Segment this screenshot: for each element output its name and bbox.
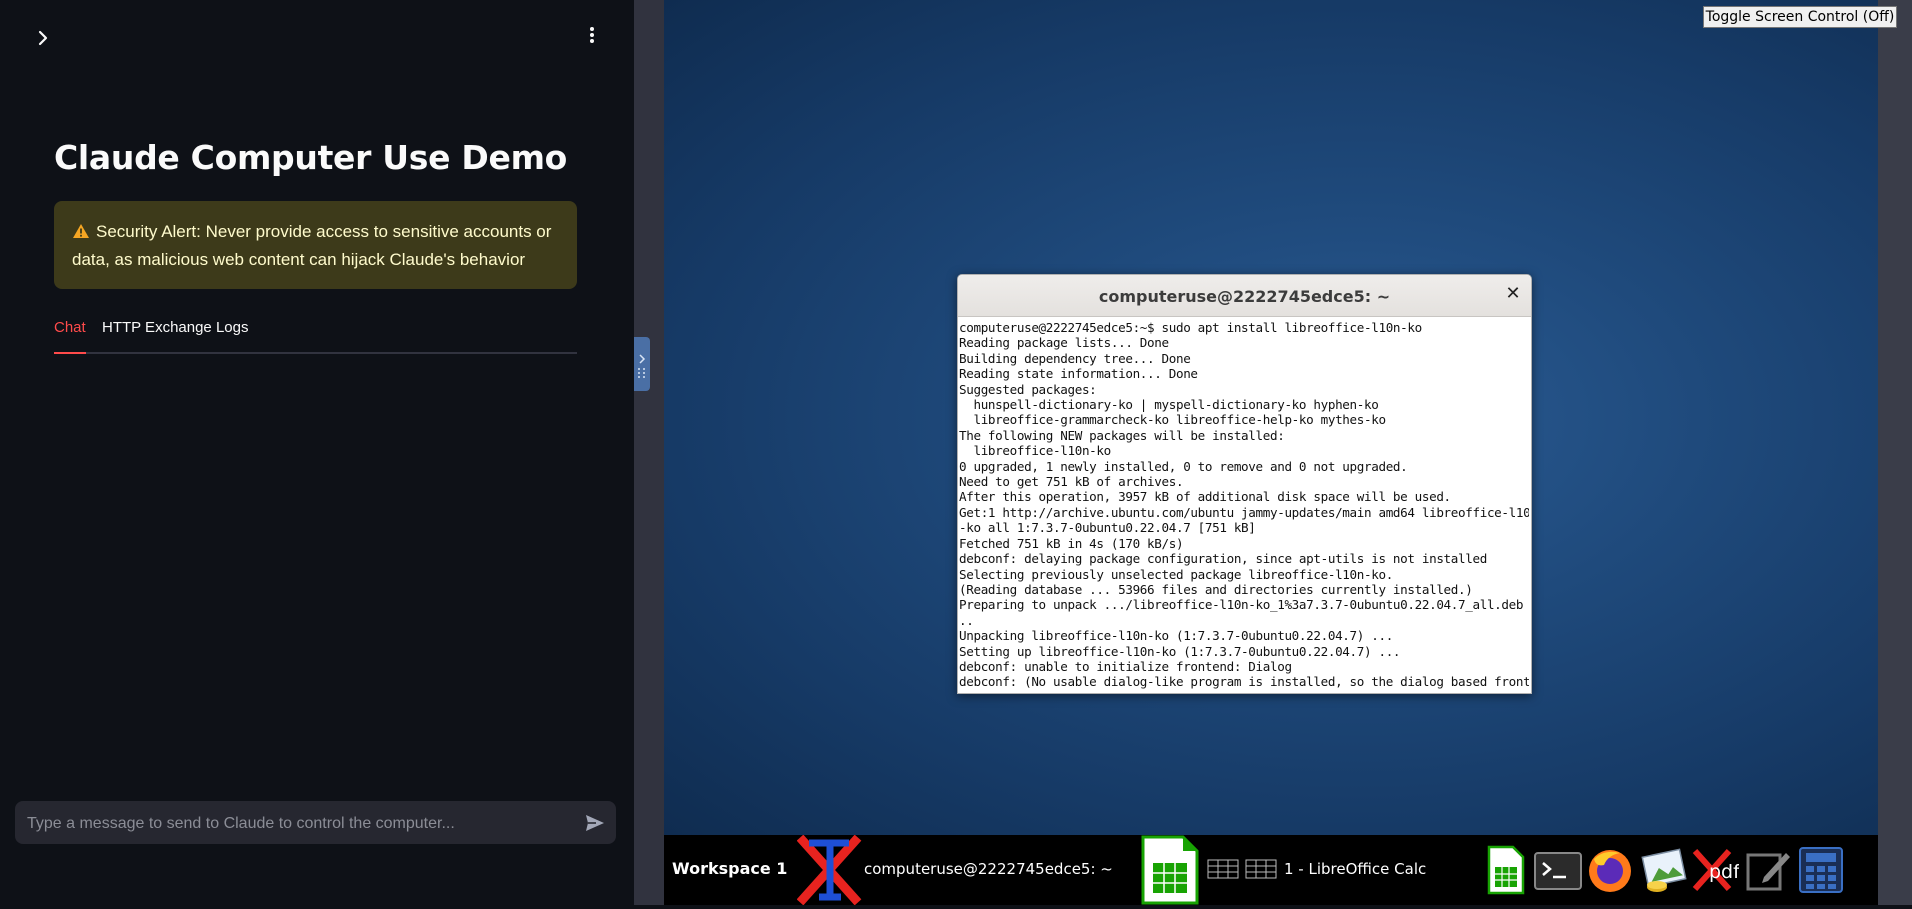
chat-input-box: [15, 801, 616, 846]
terminal-line: Unpacking libreoffice-l10n-ko (1:7.3.7-0…: [959, 628, 1393, 644]
terminal-line: hunspell-dictionary-ko | myspell-diction…: [959, 397, 1379, 413]
terminal-line: Setting up libreoffice-l10n-ko (1:7.3.7-…: [959, 643, 1401, 659]
terminal-line: The following NEW packages will be insta…: [959, 427, 1285, 443]
terminal-line: Building dependency tree... Done: [959, 350, 1191, 366]
chat-input[interactable]: [25, 801, 579, 846]
terminal-line: 0 upgraded, 1 newly installed, 0 to remo…: [959, 458, 1408, 474]
terminal-line: (Reading database ... 53966 files and di…: [959, 581, 1473, 597]
spreadsheet-launcher-icon[interactable]: [1481, 845, 1529, 895]
terminal-title: computeruse@2222745edce5: ~: [1098, 287, 1391, 306]
terminal-launcher-icon[interactable]: [1534, 845, 1582, 895]
terminal-window[interactable]: computeruse@2222745edce5: ~ ✕ computerus…: [957, 274, 1532, 694]
tab-http-exchange-logs[interactable]: HTTP Exchange Logs: [102, 318, 248, 352]
terminal-line: libreoffice-grammarcheck-ko libreoffice-…: [959, 412, 1386, 428]
terminal-titlebar[interactable]: computeruse@2222745edce5: ~ ✕: [958, 275, 1531, 317]
collapse-handle[interactable]: [634, 337, 650, 391]
terminal-line: Selecting previously unselected package …: [959, 566, 1393, 582]
terminal-line: Need to get 751 kB of archives.: [959, 474, 1184, 490]
pdf-label: pdf: [1709, 861, 1739, 883]
right-gutter: [1878, 0, 1912, 905]
security-alert: Security Alert: Never provide access to …: [54, 201, 577, 289]
warning-icon: [72, 221, 92, 247]
expand-chevron-icon[interactable]: [33, 28, 53, 48]
terminal-line: debconf: unable to initialize frontend: …: [959, 658, 1292, 674]
xterm-icon[interactable]: [796, 834, 863, 906]
terminal-line: After this operation, 3957 kB of additio…: [959, 489, 1451, 505]
terminal-line: Get:1 http://archive.ubuntu.com/ubuntu j…: [959, 504, 1529, 520]
terminal-line: Suggested packages:: [959, 381, 1097, 397]
libreoffice-calc-icon[interactable]: [1139, 835, 1201, 905]
terminal-line: libreoffice-l10n-ko: [959, 443, 1111, 459]
terminal-line: Reading package lists... Done: [959, 335, 1169, 351]
more-menu-icon[interactable]: [582, 24, 602, 48]
terminal-line: Fetched 751 kB in 4s (170 kB/s): [959, 535, 1184, 551]
terminal-line: computeruse@2222745edce5:~$ sudo apt ins…: [959, 320, 1422, 335]
terminal-line: -ko all 1:7.3.7-0ubuntu0.22.04.7 [751 kB…: [959, 520, 1256, 536]
page-title: Claude Computer Use Demo: [54, 138, 568, 177]
taskbar-terminal-item[interactable]: computeruse@2222745edce5: ~: [864, 860, 1113, 878]
close-icon[interactable]: ✕: [1505, 285, 1521, 303]
terminal-line: debconf: delaying package configuration,…: [959, 551, 1487, 567]
image-viewer-icon[interactable]: [1639, 845, 1687, 895]
terminal-output[interactable]: computeruse@2222745edce5:~$ sudo apt ins…: [959, 320, 1529, 690]
tab-chat[interactable]: Chat: [54, 318, 86, 354]
calc-window-icon[interactable]: [1207, 859, 1239, 879]
pdf-viewer-icon[interactable]: pdf: [1691, 845, 1741, 895]
firefox-icon[interactable]: [1586, 845, 1634, 895]
terminal-line: debconf: (No usable dialog-like program …: [959, 674, 1529, 690]
tab-bar: Chat HTTP Exchange Logs: [54, 318, 577, 354]
calc-window-icon-2[interactable]: [1245, 859, 1277, 879]
calculator-icon[interactable]: [1797, 845, 1845, 895]
taskbar: Workspace 1 computeruse@2222745edce5: ~ …: [664, 834, 1878, 906]
toggle-screen-control-button[interactable]: Toggle Screen Control (Off): [1703, 6, 1897, 28]
sidebar: Claude Computer Use Demo Security Alert:…: [0, 0, 634, 905]
taskbar-calc-item[interactable]: 1 - LibreOffice Calc: [1284, 860, 1426, 878]
send-icon[interactable]: [584, 812, 606, 834]
text-editor-icon[interactable]: [1744, 845, 1792, 895]
terminal-line: ..: [959, 612, 974, 628]
terminal-line: Reading state information... Done: [959, 366, 1198, 382]
alert-text: Security Alert: Never provide access to …: [72, 222, 552, 269]
sidebar-divider: [634, 0, 664, 905]
workspace-label[interactable]: Workspace 1: [672, 859, 787, 878]
terminal-line: Preparing to unpack .../libreoffice-l10n…: [959, 597, 1529, 613]
